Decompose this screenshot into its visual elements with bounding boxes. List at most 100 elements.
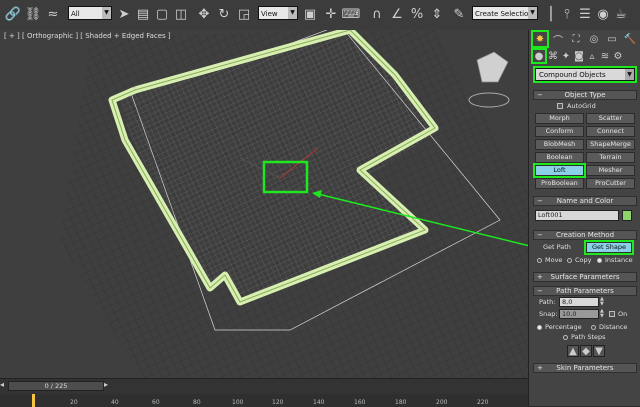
percent-snap-icon[interactable]: %	[408, 5, 426, 23]
blobmesh-button[interactable]: BlobMesh	[535, 139, 584, 150]
select-move-icon[interactable]: ✥	[195, 5, 213, 23]
move-radio[interactable]	[537, 258, 542, 263]
next-frame-icon[interactable]: ▸	[104, 380, 112, 391]
previous-shape-icon[interactable]: ▲	[567, 345, 579, 357]
tick-label: 120	[272, 399, 284, 406]
collapse-icon: −	[537, 231, 543, 239]
selection-filter-dropdown[interactable]: All ▼	[68, 6, 112, 20]
path-steps-radio[interactable]	[563, 335, 568, 340]
motion-tab-icon[interactable]: ◎	[587, 32, 601, 46]
scatter-button[interactable]: Scatter	[586, 113, 635, 124]
time-slider[interactable]: 0 / 225	[8, 381, 104, 391]
tick-label: 60	[152, 399, 160, 406]
geometry-icon[interactable]: ●	[531, 48, 547, 64]
select-scale-icon[interactable]: ◲	[235, 5, 253, 23]
category-dropdown[interactable]: Compound Objects ▼	[533, 66, 637, 83]
display-tab-icon[interactable]: ▭	[605, 32, 619, 46]
viewport-label[interactable]: [ + ] [ Orthographic ] [ Shaded + Edged …	[4, 32, 171, 40]
previous-frame-icon[interactable]: ◂	[0, 380, 8, 391]
percentage-label: Percentage	[545, 323, 582, 331]
object-color-swatch[interactable]	[622, 210, 632, 221]
hierarchy-tab-icon[interactable]: ⛶	[569, 32, 583, 46]
angle-snap-icon[interactable]: ∠	[388, 5, 406, 23]
link-icon[interactable]: 🔗	[4, 5, 22, 23]
tick-label: 140	[313, 399, 325, 406]
mesher-button[interactable]: Mesher	[586, 165, 635, 176]
helpers-icon[interactable]: ▵	[586, 50, 598, 62]
object-name-field[interactable]: Loft001	[535, 210, 619, 221]
spinner-snap-icon[interactable]: ⇕	[428, 5, 446, 23]
select-object-icon[interactable]: ➤	[115, 5, 133, 23]
snap-on-checkbox[interactable]	[609, 311, 615, 317]
copy-label: Copy	[575, 256, 592, 264]
bind-space-warp-icon[interactable]: ≈	[44, 5, 62, 23]
path-field[interactable]: 8,0	[559, 297, 599, 307]
select-rotate-icon[interactable]: ↻	[215, 5, 233, 23]
pivot-center-icon[interactable]: ▣	[301, 5, 319, 23]
get-path-button[interactable]: Get Path	[543, 243, 571, 251]
select-by-name-icon[interactable]: ▤	[134, 5, 152, 23]
get-shape-button[interactable]: Get Shape	[584, 240, 634, 255]
systems-icon[interactable]: ⚙	[612, 50, 624, 62]
modify-tab-icon[interactable]: ⌒	[551, 32, 565, 47]
manipulate-icon[interactable]: ✛	[322, 5, 340, 23]
autogrid-checkbox[interactable]	[557, 103, 563, 109]
create-tab-icon[interactable]: ✸	[531, 30, 549, 48]
loft-button[interactable]: Loft	[533, 163, 586, 178]
unlink-icon[interactable]: ⛓	[24, 5, 42, 23]
creation-method-rollout-header[interactable]: − Creation Method	[533, 230, 637, 240]
copy-radio[interactable]	[567, 258, 572, 263]
next-shape-icon[interactable]: ▼	[593, 345, 605, 357]
surface-parameters-rollout-header[interactable]: + Surface Parameters	[533, 272, 637, 282]
expand-icon: +	[537, 273, 543, 281]
terrain-button[interactable]: Terrain	[586, 152, 635, 163]
tick-label: 100	[232, 399, 244, 406]
utilities-tab-icon[interactable]: 🔨	[623, 32, 637, 46]
current-frame-marker	[32, 394, 35, 407]
path-parameters-rollout-header[interactable]: − Path Parameters	[533, 286, 637, 296]
object-type-rollout-header[interactable]: − Object Type	[533, 90, 637, 100]
snap-spinner-icon[interactable]: ▲ ▼	[600, 309, 605, 319]
procutter-button[interactable]: ProCutter	[586, 178, 635, 189]
shapes-icon[interactable]: ⌘	[547, 50, 559, 62]
timeline-ruler[interactable]: 20 40 60 80 100 120 140 160 180 200 220	[0, 394, 528, 407]
lights-icon[interactable]: ✦	[560, 50, 572, 62]
distance-radio[interactable]	[591, 325, 596, 330]
conform-button[interactable]: Conform	[535, 126, 584, 137]
instance-radio[interactable]	[597, 258, 602, 263]
align-icon[interactable]: ⫯	[558, 5, 576, 23]
reference-coordinate-dropdown[interactable]: View ▼	[258, 6, 298, 20]
move-label: Move	[545, 256, 563, 264]
edit-named-selections-icon[interactable]: ✎	[450, 5, 468, 23]
path-spinner-icon[interactable]: ▲ ▼	[600, 297, 605, 307]
keyboard-shortcut-icon[interactable]: ⌨	[342, 5, 361, 23]
skin-parameters-rollout-header[interactable]: + Skin Parameters	[533, 363, 637, 373]
render-icon[interactable]: ☕	[612, 5, 630, 23]
material-editor-icon[interactable]: ◉	[594, 5, 612, 23]
autogrid-label: AutoGrid	[567, 102, 596, 110]
percentage-radio[interactable]	[537, 325, 542, 330]
collapse-icon: −	[537, 287, 543, 295]
window-crossing-icon[interactable]: ◫	[172, 5, 190, 23]
rectangular-selection-icon[interactable]: ▢	[153, 5, 171, 23]
cameras-icon[interactable]: ◙	[573, 50, 585, 62]
path-steps-label: Path Steps	[571, 333, 606, 341]
distance-label: Distance	[599, 323, 628, 331]
viewport-orthographic[interactable]: [ + ] [ Orthographic ] [ Shaded + Edged …	[0, 30, 528, 378]
boolean-button[interactable]: Boolean	[535, 152, 584, 163]
pick-shape-icon[interactable]: ◆	[580, 345, 592, 357]
layer-manager-icon[interactable]: ☰	[576, 5, 594, 23]
path-label: Path:	[539, 298, 556, 306]
connect-button[interactable]: Connect	[586, 126, 635, 137]
expand-icon: +	[537, 364, 543, 372]
shapemerge-button[interactable]: ShapeMerge	[586, 139, 635, 150]
collapse-icon: −	[537, 197, 543, 205]
snaps-toggle-icon[interactable]: ∩	[368, 5, 386, 23]
tick-label: 40	[111, 399, 119, 406]
morph-button[interactable]: Morph	[535, 113, 584, 124]
name-and-color-rollout-header[interactable]: − Name and Color	[533, 196, 637, 206]
snap-field[interactable]: 10,0	[559, 309, 599, 319]
space-warps-icon[interactable]: ≋	[599, 50, 611, 62]
proboolean-button[interactable]: ProBoolean	[535, 178, 584, 189]
named-selection-set-dropdown[interactable]: Create Selection Se ▼	[472, 6, 538, 20]
